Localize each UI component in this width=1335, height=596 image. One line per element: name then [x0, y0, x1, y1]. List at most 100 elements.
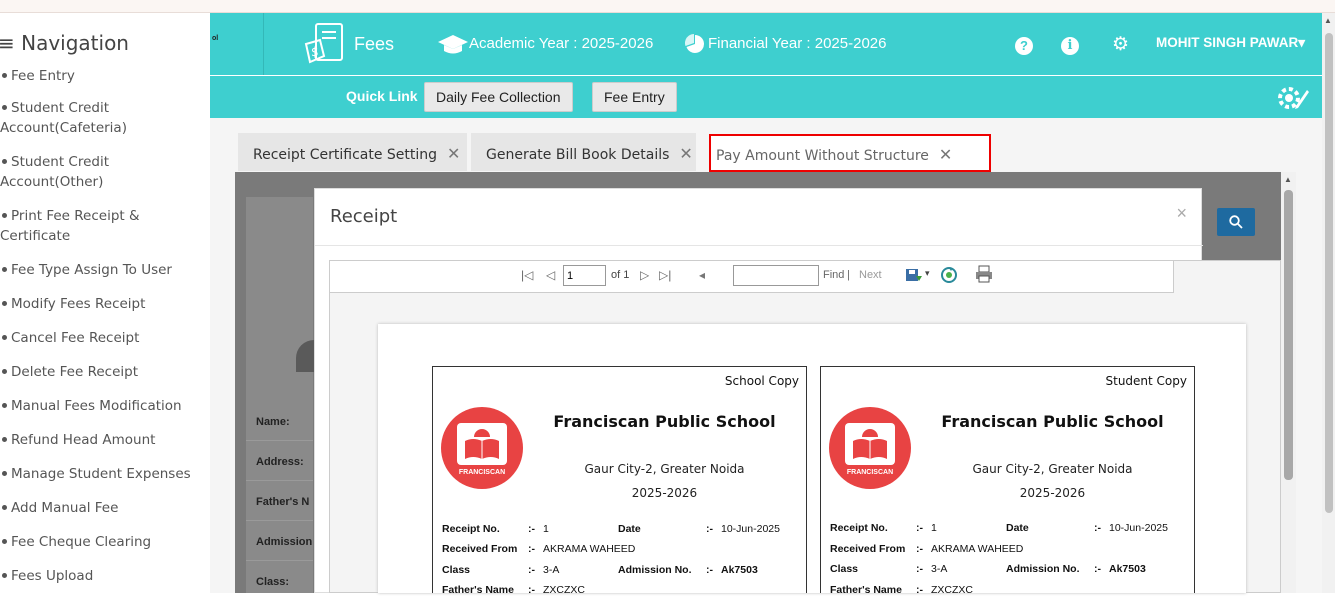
- last-page-icon[interactable]: ▷|: [659, 268, 671, 282]
- receipt-row-class: Class:- 3-A Admission No.:- Ak7503: [830, 563, 1146, 575]
- page-number-input[interactable]: [563, 265, 606, 286]
- sidebar-item-add-manual-fee[interactable]: Add Manual Fee: [0, 498, 205, 518]
- bullet-icon: [2, 300, 7, 306]
- bullet-icon: [2, 72, 7, 78]
- save-export-icon[interactable]: [905, 266, 923, 284]
- sidebar-item-fee-cheque-clearing[interactable]: Fee Cheque Clearing: [0, 532, 205, 552]
- fee-entry-button[interactable]: Fee Entry: [592, 82, 677, 112]
- sidebar-item-student-credit-other[interactable]: Student Credit Account(Other): [0, 152, 205, 192]
- gear-icon[interactable]: ⚙: [1112, 33, 1129, 56]
- sidebar-item-modify-fees-receipt[interactable]: Modify Fees Receipt: [0, 294, 205, 314]
- bullet-icon: [2, 266, 7, 272]
- receipt-row-received-from: Received From:- AKRAMA WAHEED: [830, 543, 1024, 555]
- top-header: ol $ Fees Academic Year : 2025-2026 Fina…: [210, 13, 1322, 75]
- bullet-icon: [2, 402, 7, 408]
- print-icon[interactable]: [975, 265, 993, 283]
- book-icon: [853, 429, 887, 459]
- copy-label: School Copy: [724, 374, 799, 388]
- first-page-icon[interactable]: |◁: [521, 268, 533, 282]
- sidebar-item-student-credit-cafeteria[interactable]: Student Credit Account(Cafeteria): [0, 98, 205, 138]
- form-divider: [246, 560, 313, 561]
- bullet-icon: [2, 212, 7, 218]
- find-link[interactable]: Find: [823, 269, 844, 281]
- scroll-up-icon[interactable]: ▲: [1324, 16, 1332, 25]
- name-label: Name:: [256, 416, 290, 428]
- school-session: 2025-2026: [631, 486, 698, 500]
- school-logo[interactable]: ol: [210, 13, 264, 75]
- quick-link-label: Quick Link: [346, 88, 418, 104]
- tab-pay-amount-without-structure[interactable]: Pay Amount Without Structure ✕: [709, 134, 991, 172]
- book-icon: [465, 429, 499, 459]
- bullet-icon: [2, 334, 7, 340]
- school-session: 2025-2026: [1019, 486, 1086, 500]
- student-form-panel: [246, 197, 313, 593]
- sidebar-item-fee-entry[interactable]: Fee Entry: [0, 66, 205, 86]
- page-scrollbar-thumb[interactable]: [1325, 33, 1333, 513]
- scroll-up-icon[interactable]: ▲: [1284, 175, 1292, 184]
- search-button[interactable]: [1217, 208, 1255, 236]
- sidebar-item-cancel-fee-receipt[interactable]: Cancel Fee Receipt: [0, 328, 205, 348]
- student-copy-receipt: Student Copy FRANCISCAN Franciscan Publi…: [820, 366, 1195, 596]
- navigation-sidebar: ≡ Navigation Fee Entry Student Credit Ac…: [0, 13, 210, 593]
- address-label: Address:: [256, 456, 304, 468]
- sidebar-item-fee-type-assign[interactable]: Fee Type Assign To User: [0, 260, 205, 280]
- daily-fee-collection-button[interactable]: Daily Fee Collection: [424, 82, 573, 112]
- close-icon[interactable]: ✕: [939, 145, 952, 164]
- sidebar-item-refund-head-amount[interactable]: Refund Head Amount: [0, 430, 205, 450]
- find-input[interactable]: [733, 265, 819, 286]
- page-count: of 1: [611, 269, 630, 281]
- bullet-icon: [2, 368, 7, 374]
- tab-receipt-certificate-setting[interactable]: Receipt Certificate Setting ✕: [238, 133, 467, 171]
- class-label: Class:: [256, 576, 290, 588]
- academic-year[interactable]: Academic Year : 2025-2026: [469, 35, 653, 52]
- sidebar-item-manual-fees-modification[interactable]: Manual Fees Modification: [0, 396, 205, 416]
- fees-module-icon: $: [304, 23, 343, 64]
- close-icon[interactable]: ×: [1176, 203, 1187, 224]
- form-divider: [246, 480, 313, 481]
- navigation-title: ≡ Navigation: [0, 31, 129, 55]
- chevron-down-icon: ▾: [1298, 35, 1306, 50]
- bullet-icon: [2, 158, 7, 164]
- browser-top-strip: [0, 0, 1335, 13]
- bullet-icon: [2, 572, 7, 578]
- school-address: Gaur City-2, Greater Noida: [972, 462, 1133, 476]
- search-icon: [1229, 215, 1243, 229]
- next-link[interactable]: Next: [859, 269, 882, 281]
- sidebar-item-delete-fee-receipt[interactable]: Delete Fee Receipt: [0, 362, 205, 382]
- help-icon[interactable]: ?: [1015, 37, 1033, 55]
- receipt-row-father-name: Father's Name:- ZXCZXC: [830, 584, 973, 596]
- svg-text:$: $: [311, 45, 319, 59]
- report-toolbar: |◁ ◁ of 1 ▷ ▷| ◂ Find | Next ▾: [329, 260, 1174, 293]
- export-dropdown-icon[interactable]: ▾: [925, 268, 930, 279]
- tab-generate-bill-book-details[interactable]: Generate Bill Book Details ✕: [471, 133, 696, 171]
- back-to-parent-icon[interactable]: ◂: [699, 268, 705, 282]
- receipt-row-receipt-no: Receipt No.:- 1 Date:- 10-Jun-2025: [830, 522, 1168, 534]
- info-icon[interactable]: i: [1061, 37, 1079, 55]
- refresh-icon[interactable]: [940, 266, 958, 284]
- quick-link-bar: Quick Link Daily Fee Collection Fee Entr…: [210, 76, 1322, 118]
- gear-edit-icon[interactable]: [1276, 84, 1310, 112]
- sidebar-item-manage-student-expenses[interactable]: Manage Student Expenses: [0, 464, 205, 484]
- user-menu[interactable]: MOHIT SINGH PAWAR▾: [1156, 35, 1305, 51]
- sidebar-item-print-fee-receipt[interactable]: Print Fee Receipt & Certificate: [0, 206, 205, 246]
- previous-page-icon[interactable]: ◁: [546, 268, 555, 282]
- modal-title: Receipt: [330, 206, 398, 227]
- copy-label: Student Copy: [1105, 374, 1188, 388]
- pie-chart-icon: [685, 34, 704, 53]
- module-title: Fees: [354, 34, 395, 54]
- school-name: Franciscan Public School: [941, 412, 1164, 431]
- graduation-cap-icon: [438, 35, 468, 54]
- receipt-row-father-name: Father's Name:- ZXCZXC: [442, 584, 585, 596]
- close-icon[interactable]: ✕: [447, 144, 460, 163]
- viewer-scrollbar-thumb[interactable]: [1284, 190, 1293, 480]
- sidebar-item-fees-upload[interactable]: Fees Upload: [0, 566, 205, 586]
- form-divider: [246, 440, 313, 441]
- next-page-icon[interactable]: ▷: [640, 268, 649, 282]
- bullet-icon: [2, 104, 7, 110]
- receipt-row-class: Class:- 3-A Admission No.:- Ak7503: [442, 564, 758, 576]
- school-copy-receipt: School Copy FRANCISCAN Franciscan Public…: [432, 366, 807, 596]
- bullet-icon: [2, 504, 7, 510]
- receipt-row-receipt-no: Receipt No.:- 1 Date:- 10-Jun-2025: [442, 523, 780, 535]
- financial-year[interactable]: Financial Year : 2025-2026: [708, 35, 886, 52]
- close-icon[interactable]: ✕: [679, 144, 692, 163]
